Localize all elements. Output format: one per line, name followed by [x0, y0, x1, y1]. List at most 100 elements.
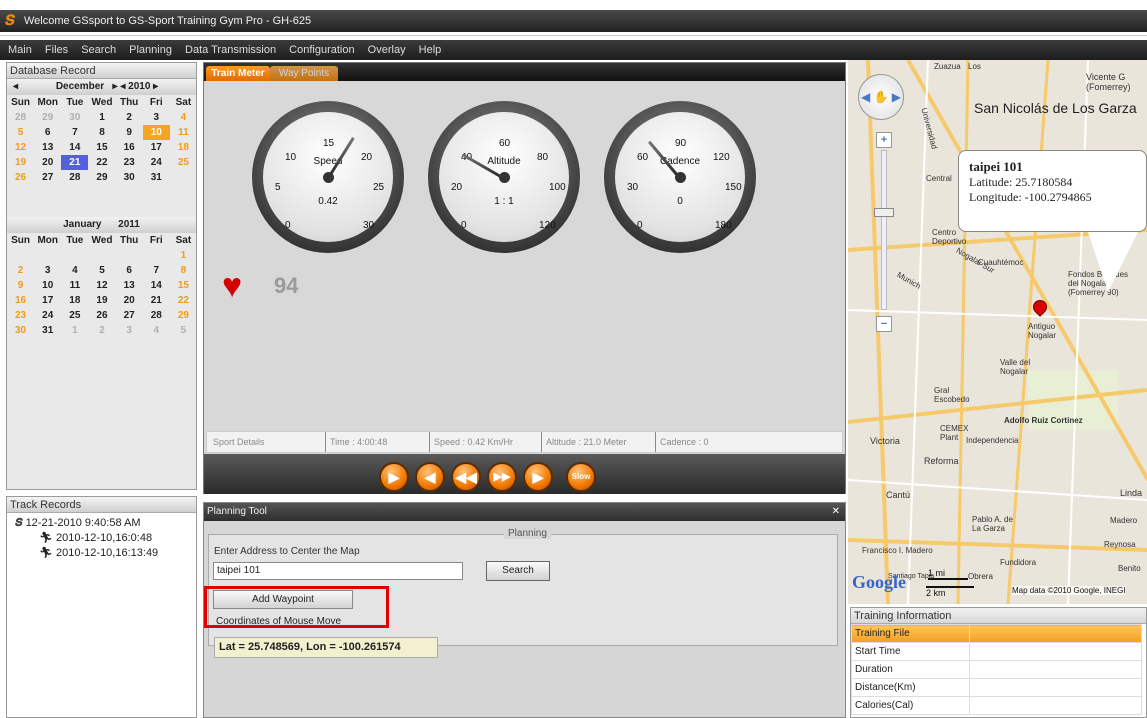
- calendar-day[interactable]: 16: [7, 293, 34, 308]
- calendar-day[interactable]: 24: [34, 308, 61, 323]
- calendar-day[interactable]: 18: [61, 293, 88, 308]
- calendar-day[interactable]: 27: [34, 170, 61, 185]
- calendar-day[interactable]: 4: [170, 110, 197, 125]
- info-row[interactable]: Calories(Cal): [851, 696, 1142, 715]
- menu-main[interactable]: Main: [8, 44, 32, 56]
- calendar-day[interactable]: 18: [170, 140, 197, 155]
- menu-overlay[interactable]: Overlay: [368, 44, 406, 56]
- calendar-day[interactable]: 9: [116, 125, 143, 140]
- zoom-slider-track[interactable]: [881, 150, 887, 310]
- calendar-day[interactable]: 19: [7, 155, 34, 170]
- calendar-day[interactable]: 8: [88, 125, 115, 140]
- calendar-day[interactable]: 12: [7, 140, 34, 155]
- calendar-day[interactable]: 27: [116, 308, 143, 323]
- calendar-day[interactable]: 16: [116, 140, 143, 155]
- menu-files[interactable]: Files: [45, 44, 68, 56]
- info-row[interactable]: Training File: [851, 624, 1142, 643]
- menu-help[interactable]: Help: [419, 44, 442, 56]
- calendar-day[interactable]: 1: [88, 110, 115, 125]
- calendar-day[interactable]: 13: [34, 140, 61, 155]
- play-button[interactable]: ▶: [379, 462, 409, 492]
- calendar-day[interactable]: 26: [7, 170, 34, 185]
- calendar-day[interactable]: 31: [143, 170, 170, 185]
- calendar-day[interactable]: 22: [170, 293, 197, 308]
- calendar-day[interactable]: 21: [143, 293, 170, 308]
- rewind-button[interactable]: ◀◀: [451, 462, 481, 492]
- calendar-day[interactable]: 29: [88, 170, 115, 185]
- zoom-slider-handle[interactable]: [874, 208, 894, 217]
- search-button[interactable]: Search: [486, 561, 550, 581]
- calendar-day[interactable]: 20: [34, 155, 61, 170]
- close-icon[interactable]: ✕: [832, 503, 840, 521]
- calendar-day[interactable]: 11: [170, 125, 197, 140]
- calendar-day[interactable]: 22: [88, 155, 115, 170]
- calendar-day[interactable]: 5: [170, 323, 197, 338]
- calendar-day[interactable]: 28: [7, 110, 34, 125]
- calendar-day[interactable]: 12: [88, 278, 115, 293]
- calendar-day[interactable]: 11: [61, 278, 88, 293]
- calendar-day[interactable]: 26: [88, 308, 115, 323]
- map-view[interactable]: San Nicolás de Los Garza Vicente G (Fome…: [848, 60, 1147, 604]
- menu-configuration[interactable]: Configuration: [289, 44, 354, 56]
- calendar-day[interactable]: 28: [61, 170, 88, 185]
- calendar-day[interactable]: 10: [142, 125, 170, 140]
- calendar-day[interactable]: 15: [170, 278, 197, 293]
- zoom-out-button[interactable]: −: [876, 316, 892, 332]
- calendar-day[interactable]: 5: [88, 263, 115, 278]
- calendar-day[interactable]: 4: [143, 323, 170, 338]
- prev-month-icon[interactable]: ◂: [13, 79, 18, 95]
- next-year-icon[interactable]: ▸: [153, 81, 158, 92]
- tab-way-points[interactable]: Way Points: [270, 66, 338, 81]
- calendar-day[interactable]: 21: [61, 155, 89, 170]
- calendar-day[interactable]: 14: [143, 278, 170, 293]
- slow-button[interactable]: Slow: [566, 462, 596, 492]
- calendar-day[interactable]: 6: [116, 263, 143, 278]
- info-row[interactable]: Duration: [851, 660, 1142, 679]
- calendar-day[interactable]: 3: [143, 110, 170, 125]
- track-item[interactable]: 🏃︎ 2010-12-10,16:0:48: [39, 531, 196, 546]
- calendar-day[interactable]: 23: [7, 308, 34, 323]
- address-input[interactable]: taipei 101: [213, 562, 463, 580]
- calendar-day[interactable]: 31: [34, 323, 61, 338]
- calendar-day[interactable]: 1: [61, 323, 88, 338]
- calendar-day[interactable]: 10: [34, 278, 61, 293]
- calendar-day[interactable]: 30: [61, 110, 88, 125]
- prev-year-icon[interactable]: ▸ ◂: [113, 81, 126, 92]
- calendar-day[interactable]: 13: [116, 278, 143, 293]
- calendar-day[interactable]: 2: [116, 110, 143, 125]
- calendar-day[interactable]: 24: [143, 155, 170, 170]
- calendar-day[interactable]: 5: [7, 125, 34, 140]
- step-forward-button[interactable]: ▶: [523, 462, 553, 492]
- calendar-day[interactable]: 25: [170, 155, 197, 170]
- calendar-day[interactable]: 1: [170, 248, 197, 263]
- calendar-day[interactable]: 19: [88, 293, 115, 308]
- calendar-day[interactable]: 9: [7, 278, 34, 293]
- calendar-day[interactable]: 2: [7, 263, 34, 278]
- calendar-day[interactable]: 30: [7, 323, 34, 338]
- calendar-day[interactable]: 3: [34, 263, 61, 278]
- info-row[interactable]: Distance(Km): [851, 678, 1142, 697]
- menu-search[interactable]: Search: [81, 44, 116, 56]
- map-pan-control[interactable]: ◀ ✋ ▶: [858, 74, 904, 120]
- calendar-day[interactable]: 17: [34, 293, 61, 308]
- calendar-day[interactable]: 15: [88, 140, 115, 155]
- calendar-day[interactable]: 23: [116, 155, 143, 170]
- zoom-in-button[interactable]: +: [876, 132, 892, 148]
- tab-train-meter[interactable]: Train Meter: [206, 66, 270, 81]
- fast-forward-button[interactable]: ▶▶: [487, 462, 517, 492]
- track-item[interactable]: 🏃︎ 2010-12-10,16:13:49: [39, 546, 196, 561]
- calendar-day[interactable]: 28: [143, 308, 170, 323]
- calendar-day[interactable]: 4: [61, 263, 88, 278]
- calendar-day[interactable]: 29: [34, 110, 61, 125]
- calendar-day[interactable]: 14: [61, 140, 88, 155]
- menu-data-transmission[interactable]: Data Transmission: [185, 44, 276, 56]
- calendar-day[interactable]: 6: [34, 125, 61, 140]
- calendar-day[interactable]: 2: [88, 323, 115, 338]
- track-root[interactable]: 𝑺 12-21-2010 9:40:58 AM: [15, 516, 196, 531]
- calendar-day[interactable]: 25: [61, 308, 88, 323]
- calendar-day[interactable]: 20: [116, 293, 143, 308]
- calendar-day[interactable]: 3: [116, 323, 143, 338]
- calendar-day[interactable]: 8: [170, 263, 197, 278]
- calendar-day[interactable]: 7: [143, 263, 170, 278]
- step-back-button[interactable]: ◀: [415, 462, 445, 492]
